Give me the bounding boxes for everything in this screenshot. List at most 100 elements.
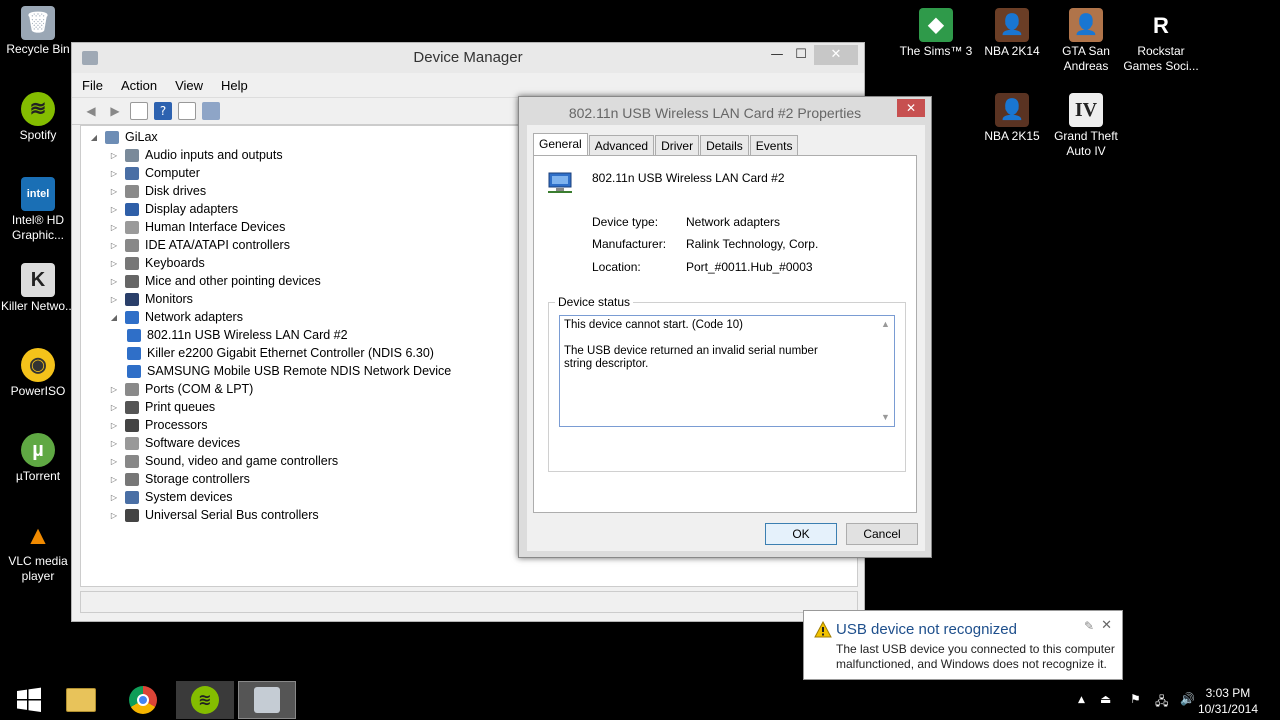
expand-arrow-icon[interactable]: ◢: [89, 133, 99, 142]
tree-category-item[interactable]: ▷ IDE ATA/ATAPI controllers: [109, 236, 290, 254]
scroll-down-icon[interactable]: ▼: [881, 411, 890, 424]
tree-category-item[interactable]: ▷ Processors: [109, 416, 208, 434]
expand-arrow-icon[interactable]: ▷: [109, 169, 119, 178]
expand-arrow-icon[interactable]: ▷: [109, 457, 119, 466]
tree-item-label: Network adapters: [145, 310, 243, 324]
expand-arrow-icon[interactable]: ▷: [109, 403, 119, 412]
action-center-flag-icon[interactable]: ⚑: [1130, 692, 1141, 706]
tree-category-item[interactable]: ◢ Network adapters: [109, 308, 243, 326]
tab-general[interactable]: General: [533, 133, 588, 155]
menu-file[interactable]: File: [82, 78, 103, 93]
start-button[interactable]: [0, 681, 58, 719]
menu-action[interactable]: Action: [121, 78, 157, 93]
scroll-up-icon[interactable]: ▲: [881, 318, 890, 331]
pin-icon[interactable]: ✎: [1084, 619, 1094, 633]
network-icon[interactable]: 🖧: [1155, 692, 1168, 713]
taskbar-spotify[interactable]: ≋: [176, 681, 234, 719]
desktop-icon-gta4[interactable]: IV Grand Theft Auto IV: [1048, 93, 1124, 159]
tree-category-item[interactable]: ▷ Storage controllers: [109, 470, 250, 488]
tree-device-item[interactable]: Killer e2200 Gigabit Ethernet Controller…: [127, 344, 434, 362]
desktop-icon-poweriso[interactable]: ◉ PowerISO: [0, 348, 76, 399]
tree-category-item[interactable]: ▷ Mice and other pointing devices: [109, 272, 321, 290]
tree-category-item[interactable]: ▷ Ports (COM & LPT): [109, 380, 253, 398]
tree-category-item[interactable]: ▷ Computer: [109, 164, 200, 182]
tree-category-item[interactable]: ▷ Print queues: [109, 398, 215, 416]
usb-tray-icon[interactable]: ⏏: [1100, 692, 1111, 706]
tree-root[interactable]: ◢ GiLax: [89, 128, 158, 146]
ok-button[interactable]: OK: [765, 523, 837, 545]
status-scrollbar[interactable]: ▲ ▼: [878, 316, 894, 426]
expand-arrow-icon[interactable]: ▷: [109, 259, 119, 268]
notification-close-icon[interactable]: ✕: [1101, 618, 1112, 633]
tree-category-item[interactable]: ▷ Human Interface Devices: [109, 218, 285, 236]
expand-arrow-icon[interactable]: ▷: [109, 295, 119, 304]
device-category-icon: [125, 400, 139, 414]
usb-notification[interactable]: USB device not recognized ✎ ✕ The last U…: [803, 610, 1123, 680]
volume-icon[interactable]: 🔊: [1180, 692, 1195, 706]
tree-category-item[interactable]: ▷ Universal Serial Bus controllers: [109, 506, 319, 524]
properties-icon[interactable]: [130, 102, 148, 120]
desktop-icon-utorrent[interactable]: µ µTorrent: [0, 433, 76, 484]
tree-category-item[interactable]: ▷ Sound, video and game controllers: [109, 452, 338, 470]
expand-arrow-icon[interactable]: ▷: [109, 439, 119, 448]
device-manager-titlebar[interactable]: Device Manager — ☐ ✕: [72, 43, 864, 73]
desktop-icon-vlc[interactable]: ▲ VLC media player: [0, 518, 76, 584]
menu-help[interactable]: Help: [221, 78, 248, 93]
show-hidden-icons-chevron-icon[interactable]: ▲: [1078, 695, 1085, 705]
expand-arrow-icon[interactable]: ▷: [109, 511, 119, 520]
forward-arrow-icon[interactable]: ▶: [106, 102, 124, 120]
expand-arrow-icon[interactable]: ▷: [109, 493, 119, 502]
network-adapter-icon: [127, 364, 141, 378]
maximize-button[interactable]: ☐: [786, 45, 816, 65]
desktop-icon-recycle-bin[interactable]: 🗑 Recycle Bin: [0, 6, 76, 57]
expand-arrow-icon[interactable]: ▷: [109, 223, 119, 232]
device-status-textbox[interactable]: This device cannot start. (Code 10) The …: [559, 315, 895, 427]
tab-driver[interactable]: Driver: [655, 135, 700, 155]
expand-arrow-icon[interactable]: ▷: [109, 187, 119, 196]
tab-events[interactable]: Events: [749, 135, 799, 155]
poweriso-icon: ◉: [21, 348, 55, 382]
taskbar-device-manager[interactable]: [238, 681, 296, 719]
taskbar-file-explorer[interactable]: [52, 681, 110, 719]
tab-details[interactable]: Details: [700, 135, 749, 155]
tab-advanced[interactable]: Advanced: [588, 135, 655, 155]
device-category-icon: [125, 292, 139, 306]
collapse-arrow-icon[interactable]: ◢: [109, 313, 119, 322]
expand-arrow-icon[interactable]: ▷: [109, 205, 119, 214]
taskbar-chrome[interactable]: [114, 681, 172, 719]
desktop-icon-nba2k15[interactable]: 👤 NBA 2K15: [974, 93, 1050, 144]
scan-hardware-icon[interactable]: [202, 102, 220, 120]
tree-category-item[interactable]: ▷ Software devices: [109, 434, 240, 452]
tree-category-item[interactable]: ▷ Keyboards: [109, 254, 205, 272]
close-button[interactable]: ✕: [814, 45, 858, 65]
desktop-icon-sims3[interactable]: ◆ The Sims™ 3: [898, 8, 974, 59]
back-arrow-icon[interactable]: ◀: [82, 102, 100, 120]
dialog-close-button[interactable]: ✕: [897, 99, 925, 117]
expand-arrow-icon[interactable]: ▷: [109, 385, 119, 394]
expand-arrow-icon[interactable]: ▷: [109, 151, 119, 160]
desktop-icon-killer-network[interactable]: K Killer Netwo...: [0, 263, 76, 314]
help-icon[interactable]: ?: [154, 102, 172, 120]
cancel-button[interactable]: Cancel: [846, 523, 918, 545]
desktop-icon-gta-sa[interactable]: 👤 GTA San Andreas: [1048, 8, 1124, 74]
show-hide-tree-icon[interactable]: [178, 102, 196, 120]
desktop-icon-rockstar[interactable]: R Rockstar Games Soci...: [1123, 8, 1199, 74]
tree-category-item[interactable]: ▷ System devices: [109, 488, 233, 506]
tree-device-item[interactable]: SAMSUNG Mobile USB Remote NDIS Network D…: [127, 362, 451, 380]
location-label: Location:: [592, 260, 641, 274]
desktop-icon-spotify[interactable]: ≋ Spotify: [0, 92, 76, 143]
desktop-icon-intel-hd[interactable]: intel Intel® HD Graphic...: [0, 177, 76, 243]
tree-category-item[interactable]: ▷ Audio inputs and outputs: [109, 146, 283, 164]
expand-arrow-icon[interactable]: ▷: [109, 421, 119, 430]
tree-category-item[interactable]: ▷ Disk drives: [109, 182, 206, 200]
expand-arrow-icon[interactable]: ▷: [109, 475, 119, 484]
desktop-icon-nba2k14[interactable]: 👤 NBA 2K14: [974, 8, 1050, 59]
dialog-titlebar[interactable]: 802.11n USB Wireless LAN Card #2 Propert…: [519, 97, 931, 125]
tree-device-item[interactable]: 802.11n USB Wireless LAN Card #2: [127, 326, 348, 344]
expand-arrow-icon[interactable]: ▷: [109, 277, 119, 286]
clock[interactable]: 3:03 PM 10/31/2014: [1198, 685, 1258, 717]
tree-category-item[interactable]: ▷ Display adapters: [109, 200, 238, 218]
menu-view[interactable]: View: [175, 78, 203, 93]
expand-arrow-icon[interactable]: ▷: [109, 241, 119, 250]
tree-category-item[interactable]: ▷ Monitors: [109, 290, 193, 308]
